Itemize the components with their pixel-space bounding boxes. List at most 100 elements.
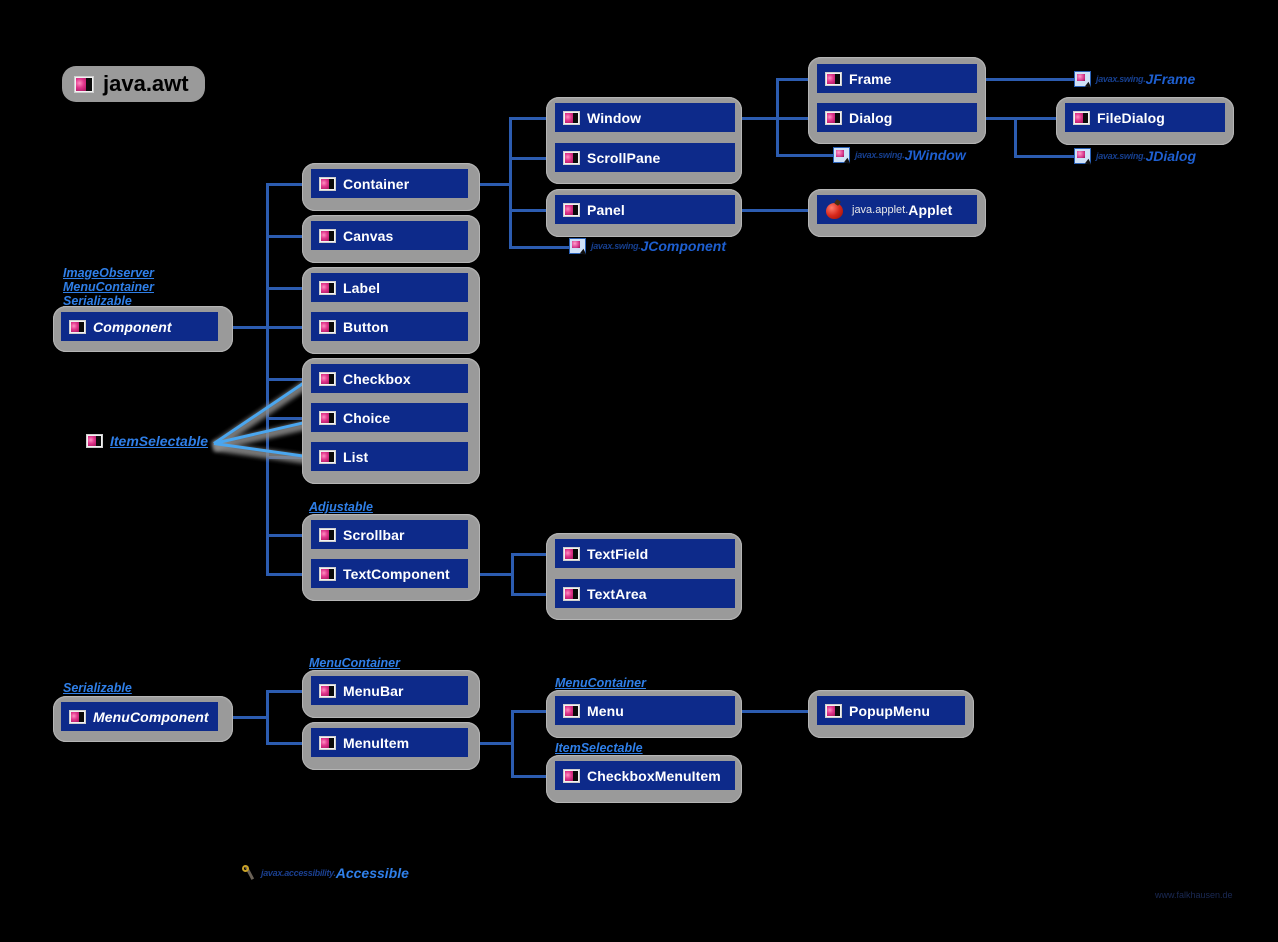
class-label-button: Button bbox=[343, 318, 389, 335]
interface-label-itemselectable-menu: ItemSelectable bbox=[555, 741, 643, 755]
class-label-checkboxmenuitem: CheckboxMenuItem bbox=[587, 767, 721, 784]
class-box-choice[interactable]: Choice bbox=[311, 403, 468, 432]
class-box-checkboxmenuitem[interactable]: CheckboxMenuItem bbox=[555, 761, 735, 790]
interface-label-imageobserver: ImageObserver bbox=[63, 266, 155, 280]
external-ref-package-jdialog: javax.swing. bbox=[1096, 151, 1146, 161]
external-ref-package-jwindow: javax.swing. bbox=[855, 150, 905, 160]
class-box-textarea[interactable]: TextArea bbox=[555, 579, 735, 608]
external-ref-package-jcomponent: javax.swing. bbox=[591, 241, 641, 251]
class-label-component: Component bbox=[93, 318, 172, 335]
class-icon bbox=[86, 434, 103, 448]
interface-itemselectable[interactable]: ItemSelectable bbox=[86, 433, 208, 449]
class-label-applet: Applet bbox=[908, 201, 953, 218]
class-label-checkbox: Checkbox bbox=[343, 370, 411, 387]
class-box-canvas[interactable]: Canvas bbox=[311, 221, 468, 250]
connector bbox=[511, 554, 514, 594]
class-box-button[interactable]: Button bbox=[311, 312, 468, 341]
external-ref-accessible[interactable]: javax.accessibility. Accessible bbox=[240, 864, 409, 882]
class-box-component[interactable]: Component bbox=[61, 312, 218, 341]
external-ref-package-jframe: javax.swing. bbox=[1096, 74, 1146, 84]
class-icon bbox=[563, 768, 580, 783]
external-ref-label-jframe: JFrame bbox=[1145, 71, 1196, 87]
class-box-container[interactable]: Container bbox=[311, 169, 468, 198]
connector bbox=[233, 716, 269, 719]
apple-icon bbox=[825, 200, 845, 219]
class-box-frame[interactable]: Frame bbox=[817, 64, 977, 93]
class-label-panel: Panel bbox=[587, 201, 625, 218]
class-box-menu[interactable]: Menu bbox=[555, 696, 735, 725]
class-label-menucomponent: MenuComponent bbox=[93, 708, 209, 725]
external-ref-label-jwindow: JWindow bbox=[904, 147, 966, 163]
class-icon bbox=[319, 280, 336, 295]
external-ref-label-jcomponent: JComponent bbox=[640, 238, 726, 254]
class-icon bbox=[319, 527, 336, 542]
class-icon bbox=[319, 176, 336, 191]
connector bbox=[511, 710, 514, 776]
class-icon bbox=[74, 75, 94, 93]
class-icon bbox=[319, 735, 336, 750]
class-box-menuitem[interactable]: MenuItem bbox=[311, 728, 468, 757]
interface-label-itemselectable: ItemSelectable bbox=[110, 433, 209, 449]
class-label-textcomponent: TextComponent bbox=[343, 565, 450, 582]
interface-label-menucontainer-menubar: MenuContainer bbox=[309, 656, 400, 670]
package-title-label: java.awt bbox=[103, 71, 189, 96]
class-box-scrollbar[interactable]: Scrollbar bbox=[311, 520, 468, 549]
class-box-list[interactable]: List bbox=[311, 442, 468, 471]
class-icon bbox=[1073, 110, 1090, 125]
class-label-menuitem: MenuItem bbox=[343, 734, 410, 751]
class-box-window[interactable]: Window bbox=[555, 103, 735, 132]
class-box-textcomponent[interactable]: TextComponent bbox=[311, 559, 468, 588]
class-box-filedialog[interactable]: FileDialog bbox=[1065, 103, 1225, 132]
connector bbox=[735, 710, 817, 713]
diagram-canvas: java.awt ImageObserver MenuContainer Ser… bbox=[0, 0, 1278, 942]
class-icon bbox=[825, 703, 842, 718]
class-label-scrollpane: ScrollPane bbox=[587, 149, 661, 166]
class-label-filedialog: FileDialog bbox=[1097, 109, 1165, 126]
class-box-label[interactable]: Label bbox=[311, 273, 468, 302]
class-icon bbox=[563, 202, 580, 217]
external-class-icon bbox=[1074, 71, 1091, 87]
class-icon bbox=[319, 449, 336, 464]
class-label-menubar: MenuBar bbox=[343, 682, 404, 699]
class-icon bbox=[825, 110, 842, 125]
external-ref-jwindow[interactable]: javax.swing. JWindow bbox=[833, 147, 966, 163]
class-label-menu: Menu bbox=[587, 702, 624, 719]
connector bbox=[509, 246, 569, 249]
external-ref-jcomponent[interactable]: javax.swing. JComponent bbox=[569, 238, 726, 254]
class-icon bbox=[825, 71, 842, 86]
class-box-dialog[interactable]: Dialog bbox=[817, 103, 977, 132]
package-title: java.awt bbox=[62, 66, 205, 102]
class-label-container: Container bbox=[343, 175, 410, 192]
class-icon bbox=[319, 371, 336, 386]
watermark: www.falkhausen.de bbox=[1155, 890, 1233, 900]
external-ref-label-jdialog: JDialog bbox=[1145, 148, 1197, 164]
class-icon bbox=[69, 709, 86, 724]
class-icon bbox=[319, 410, 336, 425]
connector bbox=[233, 326, 269, 329]
class-label-textfield: TextField bbox=[587, 545, 649, 562]
connector bbox=[266, 690, 269, 743]
class-label-scrollbar: Scrollbar bbox=[343, 526, 405, 543]
external-class-icon bbox=[833, 147, 850, 163]
interface-label-serializable-menu: Serializable bbox=[63, 681, 132, 695]
connector bbox=[1014, 155, 1074, 158]
external-ref-jdialog[interactable]: javax.swing. JDialog bbox=[1074, 148, 1196, 164]
class-label-frame: Frame bbox=[849, 70, 892, 87]
external-ref-package-applet: java.applet. bbox=[852, 203, 909, 216]
class-box-checkbox[interactable]: Checkbox bbox=[311, 364, 468, 393]
class-icon bbox=[563, 546, 580, 561]
class-box-panel[interactable]: Panel bbox=[555, 195, 735, 224]
external-ref-jframe[interactable]: javax.swing. JFrame bbox=[1074, 71, 1195, 87]
class-box-menubar[interactable]: MenuBar bbox=[311, 676, 468, 705]
class-icon bbox=[563, 586, 580, 601]
class-box-scrollpane[interactable]: ScrollPane bbox=[555, 143, 735, 172]
class-icon bbox=[563, 703, 580, 718]
class-box-popupmenu[interactable]: PopupMenu bbox=[817, 696, 965, 725]
class-box-applet[interactable]: java.applet. Applet bbox=[817, 195, 977, 224]
external-ref-package-accessible: javax.accessibility. bbox=[261, 868, 336, 878]
class-box-menucomponent[interactable]: MenuComponent bbox=[61, 702, 218, 731]
connector bbox=[1014, 117, 1017, 156]
class-box-textfield[interactable]: TextField bbox=[555, 539, 735, 568]
class-label-popupmenu: PopupMenu bbox=[849, 702, 930, 719]
interface-label-menucontainer-menu: MenuContainer bbox=[555, 676, 646, 690]
